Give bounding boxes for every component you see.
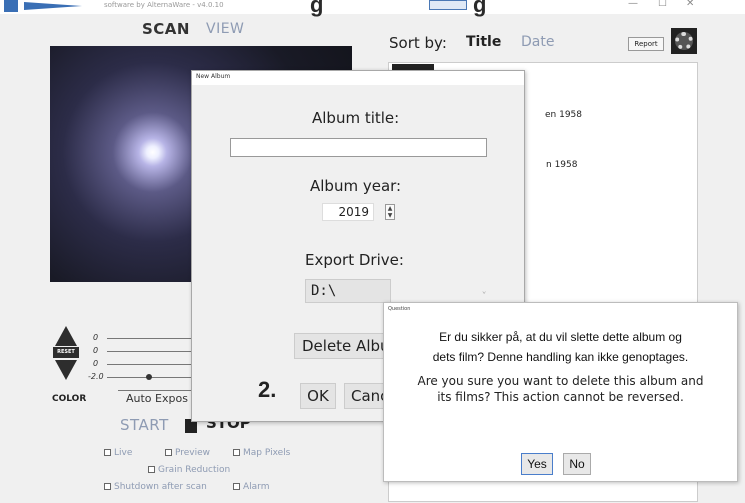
album-list-item[interactable]: n 1958 (546, 160, 577, 170)
slider-track-2[interactable] (107, 351, 192, 352)
delete-album-button[interactable]: Delete Album (294, 333, 390, 359)
cancel-button[interactable]: Cancel (344, 383, 384, 409)
grain-reduction-label: Grain Reduction (158, 465, 231, 475)
decrease-arrow-icon[interactable] (55, 360, 77, 380)
shutdown-checkbox[interactable] (104, 483, 111, 490)
brand-highlight-box (429, 0, 467, 10)
slider-value-4: -2.0 (88, 372, 104, 381)
dialog-title-bar: New Album (192, 71, 524, 85)
dialog-title: New Album (196, 73, 231, 80)
start-button[interactable]: START (120, 416, 169, 434)
preview-label: Preview (175, 448, 211, 458)
color-label: COLOR (52, 394, 87, 404)
map-pixels-label: Map Pixels (243, 448, 291, 458)
year-spinner-icon[interactable]: ▲ ▼ (385, 204, 395, 220)
brand-text-fragment: g (310, 0, 324, 17)
alarm-label: Alarm (243, 482, 270, 492)
view-mode-tab[interactable]: VIEW (206, 21, 244, 37)
preview-checkbox[interactable] (165, 449, 172, 456)
report-button[interactable]: Report (628, 37, 664, 51)
question-danish-line-2: dets film? Denne handling kan ikke genop… (432, 350, 689, 364)
live-label: Live (114, 448, 133, 458)
map-pixels-option[interactable]: Map Pixels (233, 448, 290, 458)
sort-by-label: Sort by: (389, 34, 447, 52)
ok-button[interactable]: OK (300, 383, 336, 409)
slider-track-3[interactable] (107, 364, 192, 365)
maximize-button[interactable]: ☐ (658, 0, 667, 9)
album-title-input[interactable] (230, 138, 487, 157)
alarm-checkbox[interactable] (233, 483, 240, 490)
album-year-label: Album year: (310, 177, 402, 195)
map-pixels-checkbox[interactable] (233, 449, 240, 456)
live-option[interactable]: Live (104, 448, 132, 458)
export-drive-label: Export Drive: (305, 251, 404, 269)
export-drive-select[interactable]: D:\ ⌄ (305, 279, 486, 303)
alarm-option[interactable]: Alarm (233, 482, 269, 492)
sort-by-title-option[interactable]: Title (466, 34, 501, 50)
question-english-line-1: Are you sure you want to delete this alb… (417, 374, 704, 388)
slider-value-3: 0 (93, 359, 99, 368)
question-danish-text: Er du sikker på, at du vil slette dette … (384, 327, 737, 367)
question-danish-line-1: Er du sikker på, at du vil slette dette … (439, 330, 682, 344)
album-title-label: Album title: (312, 109, 400, 127)
app-subtitle: software by AlternaWare - v4.0.10 (104, 1, 224, 9)
sort-by-date-option[interactable]: Date (521, 34, 554, 50)
reset-button[interactable]: RESET (53, 347, 79, 358)
question-english-text: Are you sure you want to delete this alb… (384, 373, 737, 405)
app-logo-icon (4, 0, 82, 12)
chevron-down-icon: ⌄ (482, 287, 487, 295)
question-english-line-2: its films? This action cannot be reverse… (437, 390, 684, 404)
album-year-input[interactable]: 2019 (322, 203, 374, 221)
brand-text-fragment-2: g (473, 0, 487, 17)
increase-arrow-icon[interactable] (55, 326, 77, 346)
step-number-label: 2. (258, 377, 277, 402)
settings-gear-icon[interactable] (671, 28, 697, 54)
minimize-button[interactable]: — (628, 0, 638, 9)
slider-knob[interactable] (146, 374, 152, 380)
yes-button[interactable]: Yes (521, 453, 553, 475)
slider-track-1[interactable] (107, 338, 192, 339)
title-bar: software by AlternaWare - v4.0.10 g g — … (0, 0, 745, 17)
slider-track-5[interactable] (118, 390, 192, 391)
grain-reduction-checkbox[interactable] (148, 466, 155, 473)
album-list-item[interactable]: en 1958 (545, 110, 582, 120)
export-drive-value: D:\ (311, 283, 337, 299)
grain-reduction-option[interactable]: Grain Reduction (148, 465, 230, 475)
slider-value-2: 0 (93, 346, 99, 355)
preview-option[interactable]: Preview (165, 448, 210, 458)
shutdown-option[interactable]: Shutdown after scan (104, 482, 207, 492)
no-button[interactable]: No (563, 453, 591, 475)
close-window-button[interactable]: ✕ (686, 0, 694, 9)
question-dialog-title: Question (388, 306, 411, 312)
shutdown-label: Shutdown after scan (114, 482, 207, 492)
live-checkbox[interactable] (104, 449, 111, 456)
question-dialog: Question Er du sikker på, at du vil slet… (383, 302, 738, 482)
slider-value-1: 0 (93, 333, 99, 342)
auto-exposure-label[interactable]: Auto Expos (126, 392, 188, 405)
scan-mode-tab[interactable]: SCAN (142, 20, 190, 38)
